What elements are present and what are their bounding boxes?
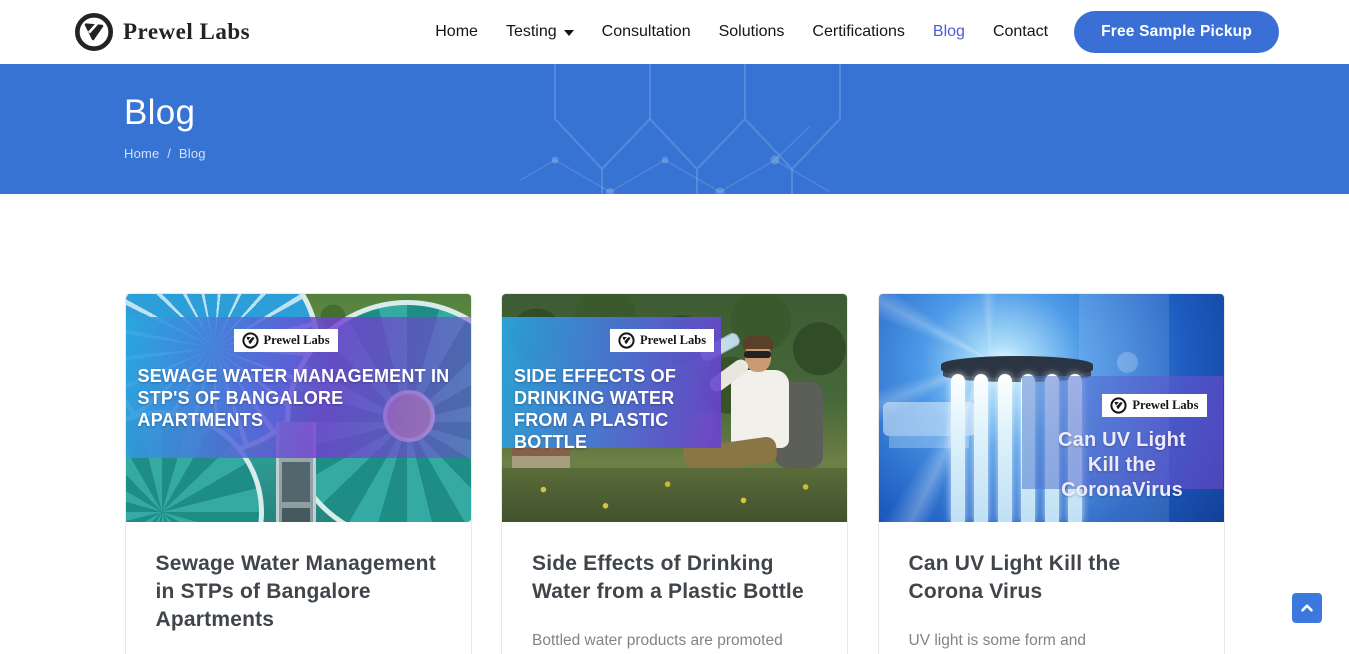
blog-card-body: Can UV Light Kill the Corona Virus UV li…	[879, 522, 1224, 654]
blog-card-body: Sewage Water Management in STPs of Banga…	[126, 522, 471, 654]
chevron-up-icon	[1298, 599, 1316, 617]
hair-graphic	[743, 336, 773, 349]
chevron-down-icon	[564, 30, 574, 36]
main-nav: Home Testing Consultation Solutions Cert…	[435, 23, 1048, 41]
nav-item-home[interactable]: Home	[435, 23, 478, 41]
nav-item-blog[interactable]: Blog	[933, 23, 965, 41]
blog-card-plastic-bottle[interactable]: Prewel Labs SIDE EFFECTS OF DRINKING WAT…	[501, 293, 848, 654]
scroll-to-top-button[interactable]	[1292, 593, 1322, 623]
blog-card-grid: Prewel Labs SEWAGE WATER MANAGEMENT IN S…	[125, 293, 1225, 654]
walkway-structure-graphic	[282, 462, 310, 502]
site-header: Prewel Labs Home Testing Consultation So…	[0, 0, 1349, 64]
nav-item-solutions[interactable]: Solutions	[719, 23, 785, 41]
image-overlay: Prewel Labs SIDE EFFECTS OF DRINKING WAT…	[502, 317, 721, 448]
blog-card-image-uv[interactable]: Prewel Labs Can UV Light Kill the Corona…	[879, 294, 1224, 522]
breadcrumb: Home / Blog	[124, 146, 1349, 161]
shirt-graphic	[731, 370, 789, 448]
overlay-brand-badge: Prewel Labs	[610, 329, 714, 352]
image-overlay: Prewel Labs Can UV Light Kill the Corona…	[1022, 376, 1223, 489]
breadcrumb-separator: /	[167, 146, 171, 161]
blog-card-title-link[interactable]: Can UV Light Kill the Corona Virus	[909, 550, 1194, 606]
page-title: Blog	[124, 64, 1349, 133]
brand-name: Prewel Labs	[123, 19, 250, 45]
nav-item-contact[interactable]: Contact	[993, 23, 1048, 41]
overlay-title: Can UV Light Kill the CoronaVirus	[1030, 428, 1215, 503]
brand-logo[interactable]: Prewel Labs	[74, 12, 250, 52]
prewel-logo-icon	[618, 332, 635, 349]
overlay-brand-badge: Prewel Labs	[234, 329, 338, 352]
blog-card-excerpt: Bottled water products are promoted	[532, 629, 817, 654]
blog-card-image-bottle[interactable]: Prewel Labs SIDE EFFECTS OF DRINKING WAT…	[502, 294, 847, 522]
prewel-logo-icon	[1110, 397, 1127, 414]
nav-item-testing-label: Testing	[506, 23, 557, 41]
overlay-brand-badge: Prewel Labs	[1102, 394, 1206, 417]
overlay-title: SEWAGE WATER MANAGEMENT IN STP'S OF BANG…	[138, 365, 459, 431]
breadcrumb-current: Blog	[179, 146, 206, 161]
uv-tube-graphic	[998, 374, 1012, 522]
overlay-brand-name: Prewel Labs	[1132, 398, 1198, 413]
breadcrumb-home-link[interactable]: Home	[124, 146, 159, 161]
image-overlay: Prewel Labs SEWAGE WATER MANAGEMENT IN S…	[126, 317, 471, 458]
free-sample-pickup-button[interactable]: Free Sample Pickup	[1074, 11, 1279, 53]
hero-banner: Blog Home / Blog	[0, 64, 1349, 194]
grass-graphic	[502, 468, 847, 522]
blog-card-image-sewage[interactable]: Prewel Labs SEWAGE WATER MANAGEMENT IN S…	[126, 294, 471, 522]
uv-tube-graphic	[974, 374, 988, 522]
blog-card-title-link[interactable]: Side Effects of Drinking Water from a Pl…	[532, 550, 817, 606]
prewel-logo-icon	[74, 12, 114, 52]
overlay-brand-name: Prewel Labs	[264, 333, 330, 348]
blog-card-title-link[interactable]: Sewage Water Management in STPs of Banga…	[156, 550, 441, 634]
overlay-title: SIDE EFFECTS OF DRINKING WATER FROM A PL…	[514, 365, 709, 453]
sunglasses-graphic	[744, 351, 771, 358]
uv-tube-graphic	[951, 374, 965, 522]
blog-card-excerpt: UV light is some form and	[909, 629, 1194, 654]
nav-item-testing[interactable]: Testing	[506, 23, 574, 41]
nav-item-certifications[interactable]: Certifications	[812, 23, 904, 41]
overlay-brand-name: Prewel Labs	[640, 333, 706, 348]
nav-item-consultation[interactable]: Consultation	[602, 23, 691, 41]
blog-card-uv-light[interactable]: Prewel Labs Can UV Light Kill the Corona…	[878, 293, 1225, 654]
blog-card-body: Side Effects of Drinking Water from a Pl…	[502, 522, 847, 654]
page: Prewel Labs Home Testing Consultation So…	[0, 0, 1349, 654]
prewel-logo-icon	[242, 332, 259, 349]
blog-card-sewage-water[interactable]: Prewel Labs SEWAGE WATER MANAGEMENT IN S…	[125, 293, 472, 654]
